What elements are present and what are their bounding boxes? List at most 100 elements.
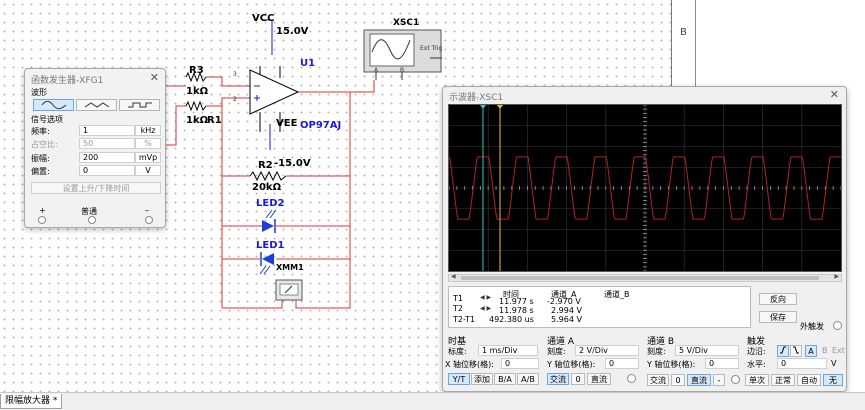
trigger-level-field[interactable]: 0 [777, 358, 827, 369]
readout-t2-label: T2 [453, 304, 463, 313]
ext-trigger-label: 外触发 [800, 322, 824, 331]
resistor-r1 [185, 100, 207, 112]
fg-close-icon[interactable]: ✕ [150, 71, 159, 84]
xsc-ref: XSC1 [393, 18, 420, 28]
fg-terminal-plus-label: + [39, 206, 46, 215]
channel-a-terminal[interactable] [627, 374, 636, 383]
channel-a-dc-button[interactable]: 直流 [587, 373, 611, 385]
r3-value: 1kΩ [186, 86, 209, 97]
fg-amplitude-unit[interactable]: mVp [135, 152, 161, 163]
readout-t2-time: 11.978 s [499, 306, 534, 315]
mode-yt-button[interactable]: Y/T [448, 373, 470, 385]
resistor-r2 [249, 170, 287, 182]
channel-a-ypos-field[interactable]: 0 [605, 358, 639, 369]
channel-b-dc-button[interactable]: 直流 [687, 374, 711, 386]
fg-terminal-common[interactable] [88, 216, 96, 224]
vcc-label: VCC [252, 13, 275, 24]
osc-close-icon[interactable]: ✕ [830, 88, 839, 101]
fg-rise-fall-button: 设置上升/下降时间 [31, 182, 161, 194]
fg-square-button[interactable] [119, 99, 160, 111]
channel-a-ypos-label: Y 轴位移(格): [547, 360, 596, 369]
scroll-right-icon[interactable]: ▶ [834, 273, 839, 280]
channel-a-zero-button[interactable]: 0 [571, 373, 585, 385]
trigger-source-ext[interactable]: Ext [832, 346, 845, 355]
fg-amplitude-row: 振幅: 200 mVp [31, 152, 161, 164]
opamp-ref: U1 [300, 58, 316, 69]
fg-amplitude-input[interactable]: 200 [79, 152, 135, 163]
fg-frequency-unit[interactable]: kHz [135, 125, 161, 136]
wire-vcc [264, 19, 273, 55]
trigger-normal-button[interactable]: 正常 [771, 374, 795, 386]
fg-offset-unit[interactable]: V [135, 165, 161, 176]
wire-xmm-right [295, 300, 350, 309]
timebase-scale-field[interactable]: 1 ms/Div [478, 345, 538, 356]
channel-a-ac-button[interactable]: 交流 [547, 373, 569, 385]
readout-dt-a: 5.964 V [551, 315, 582, 324]
fg-terminal-minus[interactable] [145, 216, 153, 224]
mode-add-button[interactable]: 添加 [471, 373, 493, 385]
scroll-thumb[interactable] [461, 276, 819, 280]
trigger-single-button[interactable]: 单次 [745, 374, 769, 386]
readout-t1-a: -2.970 V [547, 297, 581, 306]
trigger-rising-edge-button[interactable] [777, 345, 789, 357]
xmm-ref: XMM1 [276, 263, 304, 272]
trigger-auto-button[interactable]: 自动 [797, 374, 821, 386]
trigger-level-unit: V [831, 359, 837, 368]
mode-ab-button[interactable]: A/B [517, 373, 539, 385]
t1-move-arrows-icon[interactable]: ◀ ▶ [480, 294, 491, 301]
wire-xmm-left [222, 300, 283, 309]
fg-frequency-input[interactable]: 1 [79, 125, 135, 136]
fg-terminal-minus-label: _ [145, 202, 149, 211]
channel-b-scale-field[interactable]: 5 V/Div [675, 345, 739, 356]
osc-horizontal-scrollbar[interactable]: ◀ ▶ [448, 273, 842, 282]
mode-ba-button[interactable]: B/A [494, 373, 516, 385]
readout-t2-a: 2.994 V [551, 306, 582, 315]
trigger-source-a-button[interactable]: A [805, 345, 817, 357]
readout-t1-time: 11.977 s [499, 297, 534, 306]
rising-edge-icon [780, 346, 786, 354]
led1-diode [259, 252, 274, 275]
document-tab-bar: 限幅放大器 * [0, 392, 865, 410]
falling-edge-icon [793, 346, 799, 354]
trigger-falling-edge-button[interactable] [790, 345, 802, 357]
wire-r3-to-opamp [206, 76, 250, 87]
oscilloscope-screen[interactable] [448, 104, 842, 272]
scroll-left-icon[interactable]: ◀ [451, 273, 456, 280]
channel-b-ypos-field[interactable]: 0 [705, 358, 739, 369]
cursor-t1-handle [480, 105, 486, 109]
r2-value: 20kΩ [252, 182, 282, 193]
sine-wave-icon [41, 101, 66, 109]
trigger-none-button[interactable]: 无 [823, 374, 843, 386]
document-tab[interactable]: 限幅放大器 * [0, 394, 63, 409]
trigger-source-b[interactable]: B [822, 346, 828, 355]
fg-triangle-button[interactable] [76, 99, 117, 111]
fg-offset-input[interactable]: 0 [79, 165, 135, 176]
fg-title: 函数发生器-XFG1 [31, 76, 104, 86]
fg-terminal-plus[interactable] [38, 216, 46, 224]
led2-diode [262, 209, 277, 233]
timebase-xpos-field[interactable]: 0 [501, 358, 539, 369]
fg-signal-options-label: 信号选项 [31, 115, 63, 124]
channel-b-ac-button[interactable]: 交流 [647, 374, 669, 386]
channel-b-minus-button[interactable]: - [713, 374, 725, 386]
function-generator-window[interactable]: 函数发生器-XFG1 ✕ 波形 信号选项 频率: 1 kHz 占空比: 50 %… [24, 68, 166, 228]
vcc-value: 15.0V [276, 26, 309, 37]
t2-move-arrows-icon[interactable]: ◀ ▶ [480, 305, 491, 312]
r1-value: 1kΩ [186, 115, 209, 126]
save-button[interactable]: 保存 [759, 311, 797, 323]
reverse-button[interactable]: 反向 [759, 293, 797, 305]
channel-b-zero-button[interactable]: 0 [671, 374, 685, 386]
ext-trigger-terminal[interactable] [833, 321, 842, 330]
fg-frequency-row: 频率: 1 kHz [31, 125, 161, 137]
led1-ref: LED1 [256, 240, 285, 251]
scope-a-label: A [374, 67, 379, 74]
opamp-model: OP97AJ [300, 120, 342, 131]
oscilloscope-window[interactable]: 示波器-XSC1 ✕ ◀ ▶ T1 T2 T2-T1 ◀ ▶ ◀ ▶ 时间 通道… [442, 86, 847, 392]
channel-a-scale-field[interactable]: 2 V/Div [575, 345, 639, 356]
fg-terminal-common-label: 普通 [81, 207, 97, 216]
scope-b-label: B [400, 67, 405, 74]
fg-sine-button[interactable] [33, 99, 74, 111]
vee-label: VEE [276, 118, 298, 129]
channel-b-terminal[interactable] [731, 375, 740, 384]
readout-t1-label: T1 [453, 294, 463, 303]
